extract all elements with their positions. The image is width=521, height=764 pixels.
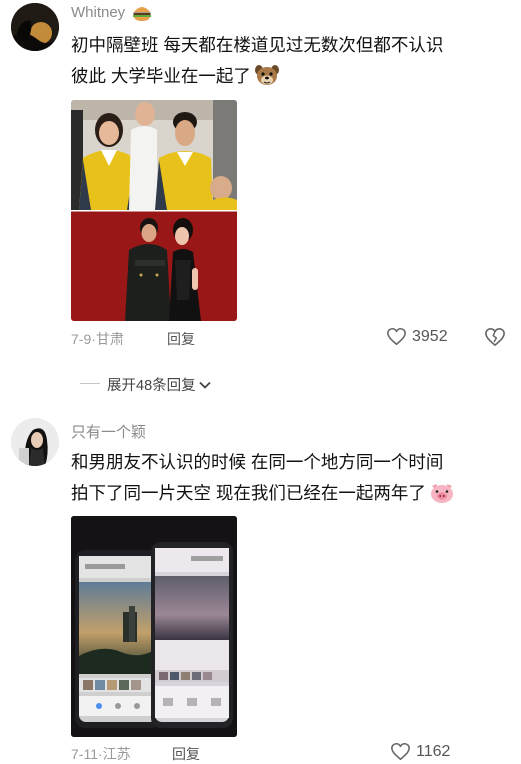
expand-replies-label: 展开48条回复 [107,378,196,394]
like-count: 1162 [416,742,451,760]
comment-username[interactable]: Whitney [71,4,152,26]
like-count: 3952 [412,327,448,345]
heart-icon [386,327,407,346]
comment-text: 和男朋友不认识的时候 在同一个地方同一个时间 拍下了同一片天空 现在我们已经在一… [71,447,511,514]
expand-replies-button[interactable]: 展开48条回复 [107,374,212,395]
avatar[interactable] [11,3,59,51]
comment-meta: 7-11·江苏 [71,746,131,762]
comment-meta: 7-9·甘肃 [71,331,124,347]
comment-photo[interactable] [71,516,237,737]
heart-icon [390,742,411,761]
chevron-down-icon [198,379,212,391]
comment-line-2-text: 拍下了同一片天空 现在我们已经在一起两年了 [71,483,426,503]
reply-button[interactable]: 回复 [167,329,195,349]
like-button[interactable]: 3952 [386,327,448,346]
broken-heart-icon[interactable] [484,327,506,352]
username-text[interactable]: Whitney [71,4,125,21]
comment-text: 初中隔壁班 每天都在楼道见过无数次但都不认识 彼此 大学毕业在一起了 [71,30,511,97]
comment-line-2: 彼此 大学毕业在一起了 [71,61,511,97]
pig-face-emoji [429,482,455,514]
comment-photo[interactable] [71,100,237,321]
comment-line-1: 和男朋友不认识的时候 在同一个地方同一个时间 [71,452,444,472]
avatar[interactable] [11,418,59,466]
dog-face-emoji [254,63,280,97]
comment-location: 甘肃 [95,331,124,347]
comment-line-1: 初中隔壁班 每天都在楼道见过无数次但都不认识 [71,35,444,55]
comment-date: 7-9 [71,331,92,347]
comment-username[interactable]: 只有一个颖 [71,421,146,442]
comment-line-2: 拍下了同一片天空 现在我们已经在一起两年了 [71,478,511,514]
comment-line-2-text: 彼此 大学毕业在一起了 [71,66,251,86]
burger-emoji [132,4,152,26]
reply-button[interactable]: 回复 [172,744,200,764]
divider [80,383,100,384]
like-button[interactable]: 1162 [390,742,450,761]
